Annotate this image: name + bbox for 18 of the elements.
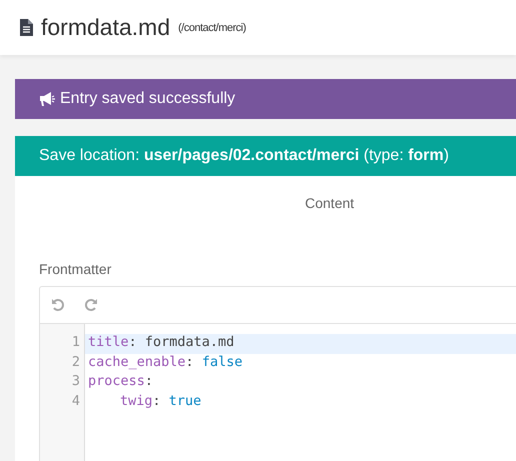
redo-button[interactable] xyxy=(84,298,98,312)
line-number: 3 xyxy=(70,373,81,391)
code-editor[interactable]: 1 2 3 4 title: formdata.md cache_enable: false process: twig: true xyxy=(39,286,516,461)
page-route: (/contact/merci) xyxy=(178,22,246,34)
section-label: Frontmatter xyxy=(39,261,112,279)
alert-message: Save location: user/pages/02.contact/merci (type: form) xyxy=(39,147,449,165)
alert-message: Entry saved successfully xyxy=(60,90,236,108)
line-number: 4 xyxy=(70,392,81,410)
code-line: twig: true xyxy=(119,392,202,410)
file-icon xyxy=(20,19,33,36)
line-number: 1 xyxy=(70,334,81,352)
megaphone-icon xyxy=(39,92,55,106)
undo-button[interactable] xyxy=(51,298,65,312)
code-line: cache_enable: false xyxy=(87,354,244,372)
page-title: formdata.md xyxy=(41,14,170,41)
content-tab[interactable]: Content xyxy=(297,195,362,211)
line-number: 2 xyxy=(70,354,81,372)
code-line: process: xyxy=(87,373,154,391)
